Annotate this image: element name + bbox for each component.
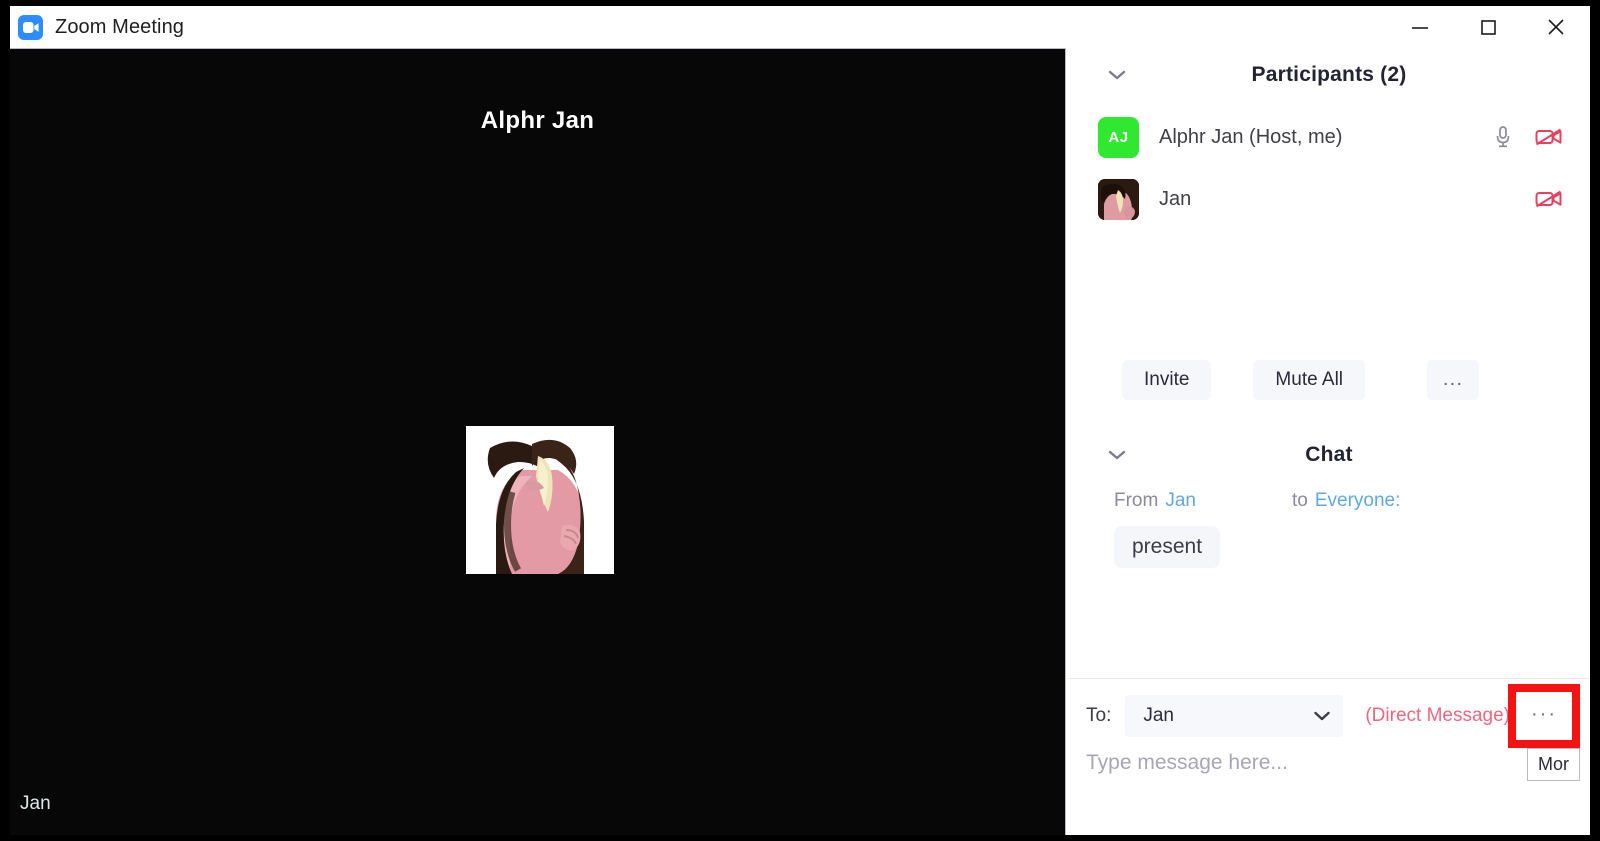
window-controls <box>1386 6 1590 48</box>
maximize-icon[interactable] <box>1454 6 1522 48</box>
video-off-icon[interactable] <box>1534 184 1564 214</box>
chat-message-list: From Jan to Everyone: present <box>1068 482 1590 568</box>
participant-status-icons <box>1488 122 1564 152</box>
close-icon[interactable] <box>1522 6 1590 48</box>
chat-to-name: Everyone: <box>1315 490 1401 512</box>
participants-list: AJ Alphr Jan (Host, me) <box>1068 102 1590 230</box>
active-speaker-name: Alphr Jan <box>10 107 1065 135</box>
participants-title: Participants (2) <box>1068 63 1590 87</box>
participant-status-icons <box>1534 184 1564 214</box>
participant-row[interactable]: AJ Alphr Jan (Host, me) <box>1068 106 1590 168</box>
mute-all-button[interactable]: Mute All <box>1253 360 1365 400</box>
chat-message-header: From Jan to Everyone: <box>1094 490 1564 512</box>
invite-button[interactable]: Invite <box>1122 360 1211 400</box>
chat-recipient-row: To: Jan (Direct Message) ··· Mor <box>1068 693 1590 739</box>
chat-recipient-value: Jan <box>1143 705 1174 727</box>
participant-actions: Invite Mute All ... <box>1068 354 1590 406</box>
zoom-meeting-window: Zoom Meeting Alphr Jan <box>0 0 1600 841</box>
participant-row[interactable]: Jan <box>1068 168 1590 230</box>
chevron-down-icon[interactable] <box>1104 62 1130 88</box>
chat-to-field-label: To: <box>1086 705 1111 727</box>
chat-recipient-dropdown[interactable]: Jan <box>1125 695 1343 737</box>
microphone-icon[interactable] <box>1488 122 1518 152</box>
chat-section-header[interactable]: Chat <box>1068 428 1590 482</box>
chat-title: Chat <box>1068 443 1590 467</box>
participants-more-button[interactable]: ... <box>1427 360 1479 400</box>
stage-footer-participant-name: Jan <box>20 793 51 815</box>
chat-to-label: to <box>1292 490 1308 512</box>
right-panel: Participants (2) AJ Alphr Jan (Host, me) <box>1068 48 1590 835</box>
video-off-icon[interactable] <box>1534 122 1564 152</box>
chevron-down-icon[interactable] <box>1104 442 1130 468</box>
chat-message: From Jan to Everyone: present <box>1094 490 1564 568</box>
chat-more-button-highlight: ··· Mor <box>1508 684 1580 748</box>
chat-from-label: From <box>1114 490 1158 512</box>
participant-video-thumbnail <box>466 426 614 574</box>
avatar <box>1098 179 1139 220</box>
direct-message-tag: (Direct Message) <box>1365 705 1510 727</box>
chat-message-text: present <box>1114 526 1220 568</box>
participants-section-header[interactable]: Participants (2) <box>1068 48 1590 102</box>
title-bar: Zoom Meeting <box>10 6 1590 48</box>
chat-more-tooltip: Mor <box>1527 748 1580 781</box>
minimize-icon[interactable] <box>1386 6 1454 48</box>
zoom-camera-icon <box>18 15 43 40</box>
title-bar-left: Zoom Meeting <box>10 15 184 40</box>
video-stage[interactable]: Alphr Jan Jan <box>10 48 1066 835</box>
chat-from-name[interactable]: Jan <box>1165 490 1196 512</box>
chat-more-button[interactable]: ··· <box>1531 704 1557 724</box>
window-title: Zoom Meeting <box>55 16 184 39</box>
chat-section: Chat From Jan to Everyone: present <box>1068 428 1590 568</box>
participant-name: Alphr Jan (Host, me) <box>1159 126 1342 149</box>
participant-name: Jan <box>1159 188 1191 211</box>
avatar: AJ <box>1098 117 1139 158</box>
chevron-down-icon[interactable] <box>1313 711 1331 722</box>
chat-composer: To: Jan (Direct Message) ··· Mor Type me… <box>1068 678 1590 775</box>
